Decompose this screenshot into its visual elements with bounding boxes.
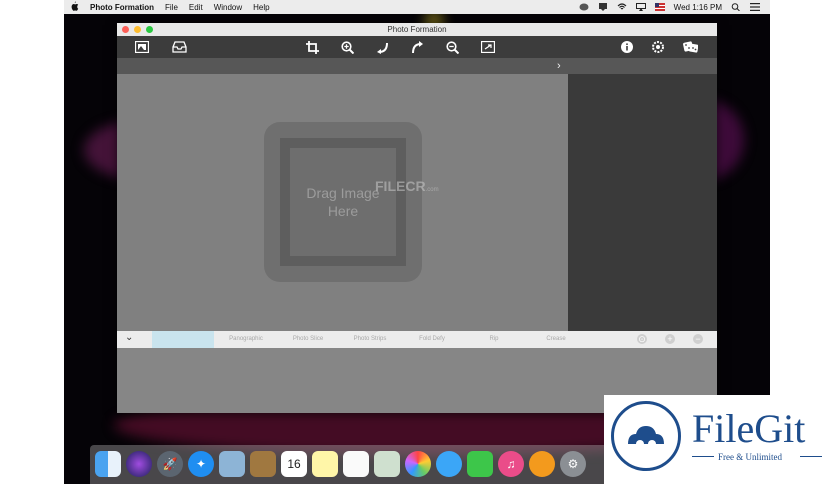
rotate-right-icon[interactable] (410, 40, 425, 54)
launchpad-icon[interactable]: 🚀 (157, 451, 183, 477)
finder-icon[interactable] (95, 451, 121, 477)
tray-icon[interactable] (172, 40, 187, 54)
tab-mosaicgraph[interactable]: Mosaicgraph (152, 331, 214, 348)
watermark-text: FILECR.com (375, 178, 439, 194)
tab-fold-defy[interactable]: Fold Defy (403, 331, 461, 348)
filegit-divider-left (692, 456, 714, 457)
calendar-icon[interactable]: 16 (281, 451, 307, 477)
app-window: Photo Formation › Drag Image Here FILECR… (117, 23, 717, 413)
notification-icon[interactable] (598, 3, 608, 11)
window-title: Photo Formation (387, 25, 447, 34)
expand-chevron-icon[interactable]: › (557, 60, 561, 72)
fit-screen-icon[interactable] (480, 40, 495, 54)
calendar-day: 16 (287, 457, 301, 471)
info-icon[interactable] (619, 40, 634, 54)
spotlight-search-icon[interactable] (731, 3, 741, 12)
watermark-main: FILECR (375, 178, 426, 194)
zoom-out-icon[interactable] (445, 40, 460, 54)
facetime-icon[interactable] (467, 451, 493, 477)
itunes-icon[interactable]: ♫ (498, 451, 524, 477)
tab-crease[interactable]: Crease (527, 331, 585, 348)
effects-tab-bar: ⌄ Mosaicgraph Panographic Photo Slice Ph… (117, 331, 717, 348)
reminders-icon[interactable] (343, 451, 369, 477)
menu-window[interactable]: Window (214, 3, 242, 12)
photo-slideshow-icon[interactable] (374, 451, 400, 477)
system-preferences-icon[interactable]: ⚙ (560, 451, 586, 477)
remove-button[interactable]: − (693, 334, 703, 344)
filegit-divider-right (800, 456, 822, 457)
siri-icon[interactable] (126, 451, 152, 477)
dice-icon[interactable] (683, 40, 698, 54)
notification-center-icon[interactable] (750, 3, 760, 11)
menu-bar: Photo Formation File Edit Window Help We… (64, 0, 770, 14)
side-panel (568, 74, 717, 331)
notes-icon[interactable] (312, 451, 338, 477)
close-window-button[interactable] (122, 26, 129, 33)
tab-photo-strips[interactable]: Photo Strips (341, 331, 399, 348)
filegit-subtitle: Free & Unlimited (718, 452, 782, 462)
secondary-toolbar: › (117, 58, 717, 74)
toolbar (117, 36, 717, 58)
minimize-window-button[interactable] (134, 26, 141, 33)
zoom-window-button[interactable] (146, 26, 153, 33)
add-button[interactable]: + (665, 334, 675, 344)
tab-photo-slice[interactable]: Photo Slice (279, 331, 337, 348)
preview-icon[interactable] (219, 451, 245, 477)
messages-icon[interactable] (436, 451, 462, 477)
filegit-title: FileGit (692, 406, 806, 451)
tab-rip[interactable]: Rip (465, 331, 523, 348)
reset-button[interactable]: ⊙ (637, 334, 647, 344)
flag-icon[interactable] (654, 3, 665, 11)
image-canvas[interactable]: Drag Image Here FILECR.com (117, 74, 568, 331)
photos-icon[interactable] (405, 451, 431, 477)
airplay-icon[interactable] (635, 3, 646, 11)
crop-icon[interactable] (305, 40, 320, 54)
zoom-in-icon[interactable] (340, 40, 355, 54)
menu-edit[interactable]: Edit (189, 3, 203, 12)
tab-panographic[interactable]: Panographic (217, 331, 275, 348)
menu-clock[interactable]: Wed 1:16 PM (674, 3, 722, 12)
notebook-icon[interactable] (250, 451, 276, 477)
image-frame-icon[interactable] (134, 40, 149, 54)
ibooks-icon[interactable] (529, 451, 555, 477)
wifi-icon[interactable] (617, 3, 627, 11)
menu-file[interactable]: File (165, 3, 178, 12)
window-titlebar[interactable]: Photo Formation (117, 23, 717, 36)
filegit-logo-icon (611, 401, 681, 471)
creative-cloud-icon[interactable] (579, 3, 589, 11)
drop-zone[interactable]: Drag Image Here (264, 122, 422, 282)
menu-app-name[interactable]: Photo Formation (90, 3, 154, 12)
rotate-left-icon[interactable] (375, 40, 390, 54)
safari-icon[interactable]: ✦ (188, 451, 214, 477)
dock: 🚀 ✦ 16 ♫ ⚙ (90, 445, 616, 484)
watermark-suffix: .com (425, 187, 439, 193)
drop-zone-line2: Here (327, 203, 359, 219)
filegit-watermark: FileGit Free & Unlimited (604, 395, 836, 484)
menu-help[interactable]: Help (253, 3, 269, 12)
collapse-chevron-icon[interactable]: ⌄ (125, 332, 133, 343)
settings-icon[interactable] (650, 40, 665, 54)
apple-menu-icon[interactable] (64, 1, 84, 13)
